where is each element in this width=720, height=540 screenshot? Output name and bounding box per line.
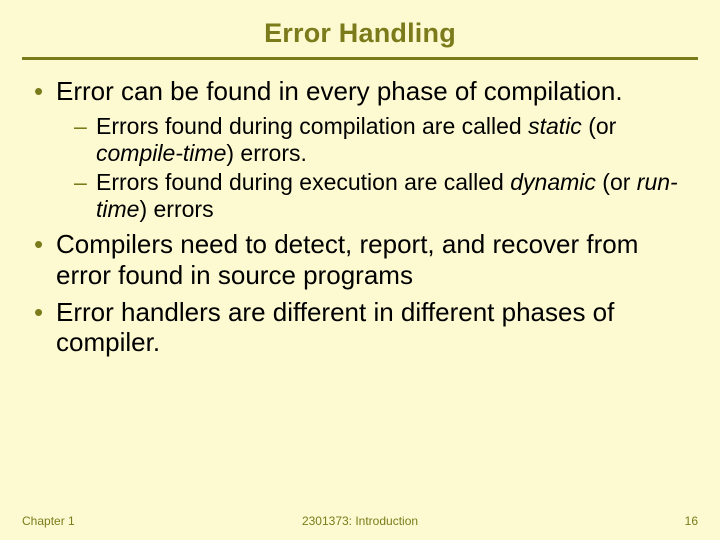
bullet-text: Compilers need to detect, report, and re… (56, 229, 638, 290)
bullet-item: Error can be found in every phase of com… (34, 76, 698, 223)
emphasis: static (528, 113, 582, 139)
sub-text: Errors found during execution are called (96, 169, 510, 195)
sub-text: Errors found during compilation are call… (96, 113, 528, 139)
bullet-text: Error can be found in every phase of com… (56, 76, 623, 106)
sub-text: ) errors. (226, 140, 307, 166)
footer-center: 2301373: Introduction (0, 514, 720, 528)
sub-text: (or (582, 113, 617, 139)
sub-list: Errors found during compilation are call… (56, 113, 698, 224)
bullet-text: Error handlers are different in differen… (56, 297, 614, 358)
sub-text: (or (596, 169, 637, 195)
bullet-list: Error can be found in every phase of com… (22, 76, 698, 358)
emphasis: compile-time (96, 140, 226, 166)
title-rule (22, 57, 698, 60)
sub-item: Errors found during execution are called… (74, 169, 698, 223)
sub-text: ) errors (139, 196, 213, 222)
slide-title: Error Handling (22, 18, 698, 57)
slide: Error Handling Error can be found in eve… (0, 0, 720, 540)
sub-item: Errors found during compilation are call… (74, 113, 698, 167)
bullet-item: Error handlers are different in differen… (34, 297, 698, 358)
bullet-item: Compilers need to detect, report, and re… (34, 229, 698, 290)
emphasis: dynamic (510, 169, 596, 195)
footer: Chapter 1 2301373: Introduction 16 (0, 514, 720, 528)
